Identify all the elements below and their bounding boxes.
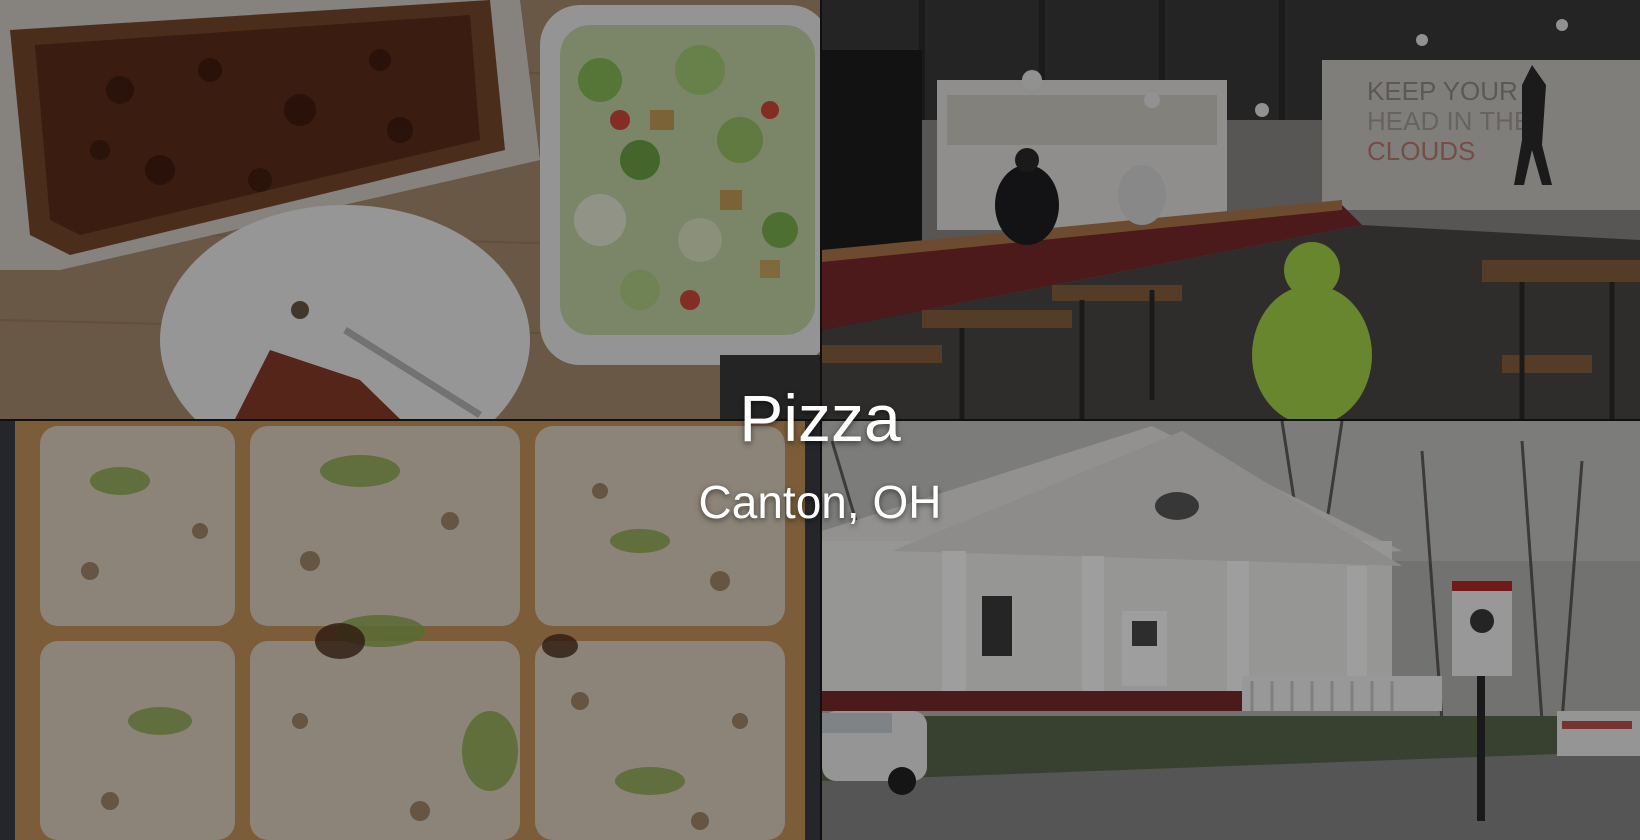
collage-subtitle: Canton, OH — [698, 476, 942, 528]
collage-title: Pizza — [739, 381, 901, 455]
